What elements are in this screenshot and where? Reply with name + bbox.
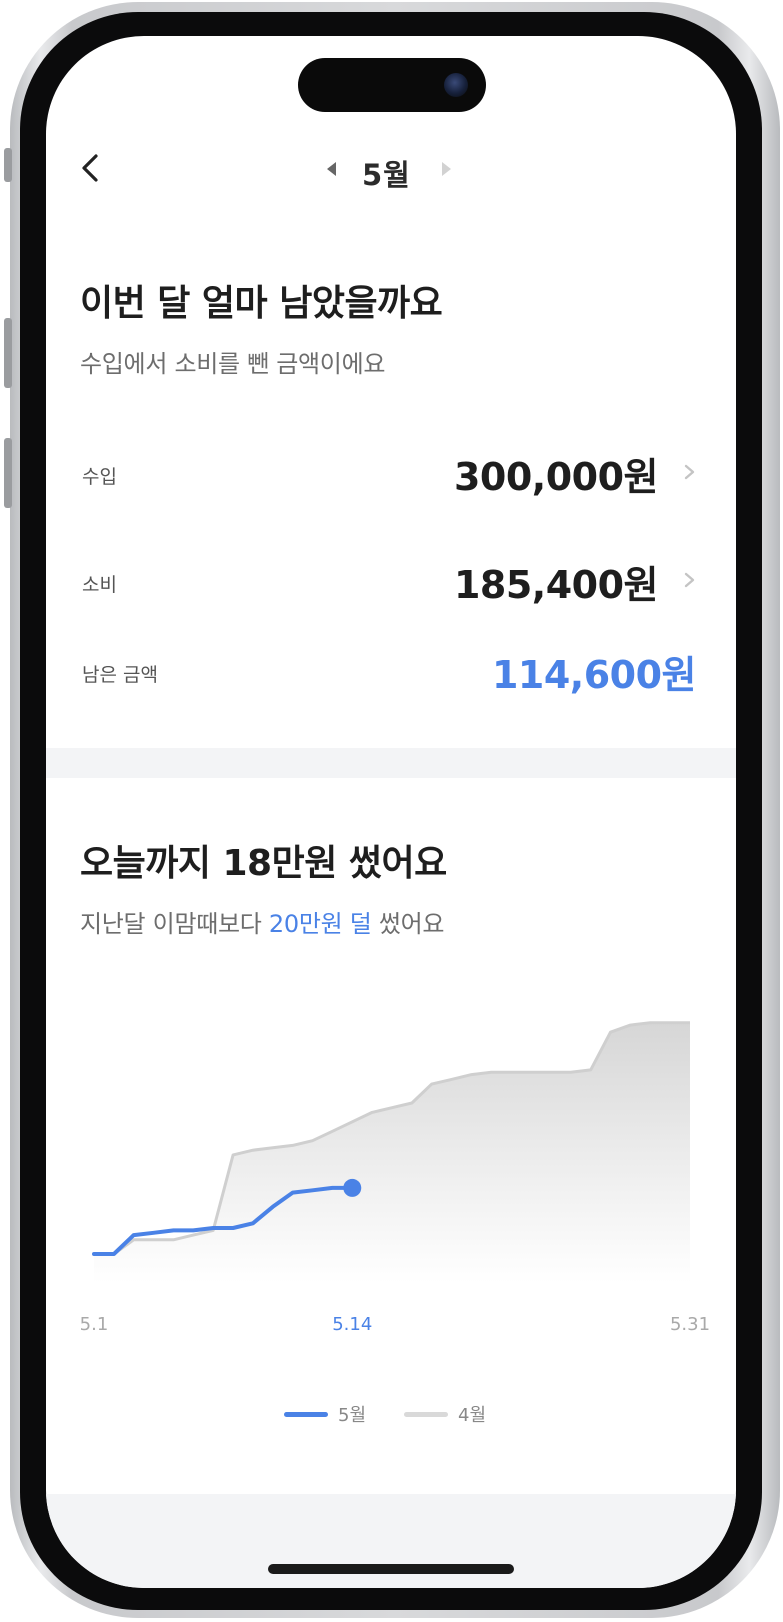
spending-chart: [92, 1021, 690, 1284]
x-tick-label: 5.14: [332, 1314, 373, 1335]
chevron-right-icon[interactable]: [682, 458, 698, 486]
caret-right-icon: [442, 162, 451, 176]
volume-down-button: [4, 438, 12, 508]
mute-switch: [4, 148, 12, 182]
legend-item-may: 5월: [284, 1396, 366, 1432]
income-amount: 300,000원: [453, 455, 659, 499]
dynamic-island: [298, 58, 486, 112]
x-tick-label: 5.1: [79, 1314, 109, 1335]
home-indicator[interactable]: [268, 1564, 514, 1574]
chevron-left-icon: [82, 154, 98, 182]
month-navigator: 5월: [306, 144, 496, 194]
volume-up-button: [4, 318, 12, 388]
legend-item-april: 4월: [404, 1396, 486, 1432]
subtitle-prefix: 지난달 이맘때보다: [80, 910, 269, 938]
remaining-title: 이번 달 얼마 남았을까요: [80, 283, 443, 324]
legend-swatch: [284, 1411, 328, 1417]
remaining-amount: 114,600원: [491, 653, 697, 697]
spending-amount: 185,400원: [453, 563, 659, 607]
spending-label: 소비: [82, 574, 117, 596]
subtitle-highlight: 20만원 덜: [268, 910, 372, 938]
prev-month-button[interactable]: [320, 152, 344, 186]
remaining-subtitle: 수입에서 소비를 뺀 금액이에요: [80, 350, 386, 378]
spending-subtitle: 지난달 이맘때보다 20만원 덜 썼어요: [80, 904, 444, 939]
month-label: 5월: [362, 158, 411, 192]
current-day-point: [343, 1178, 362, 1197]
spending-title: 오늘까지 18만원 썼어요: [80, 843, 447, 884]
legend-label: 5월: [338, 1405, 367, 1426]
subtitle-suffix: 썼어요: [371, 910, 445, 938]
income-label: 수입: [82, 466, 117, 488]
back-button[interactable]: [72, 144, 112, 192]
remaining-label: 남은 금액: [82, 664, 158, 686]
section-divider: [46, 748, 736, 778]
chart-legend: 5월 4월: [46, 1396, 736, 1432]
spending-row[interactable]: 소비 185,400원: [46, 544, 736, 614]
chevron-right-icon[interactable]: [682, 566, 698, 594]
legend-swatch: [404, 1411, 448, 1417]
x-tick-label: 5.31: [669, 1314, 711, 1335]
app-screen: 5월 이번 달 얼마 남았을까요 수입에서 소비를 뺀 금액이에요 수입 300…: [46, 36, 736, 1588]
legend-label: 4월: [458, 1405, 487, 1426]
caret-left-icon: [327, 162, 336, 176]
next-month-button[interactable]: [434, 152, 458, 186]
remaining-row: 남은 금액 114,600원: [46, 634, 736, 704]
camera-icon: [444, 73, 468, 97]
april-area: [94, 1022, 690, 1284]
income-row[interactable]: 수입 300,000원: [46, 436, 736, 506]
